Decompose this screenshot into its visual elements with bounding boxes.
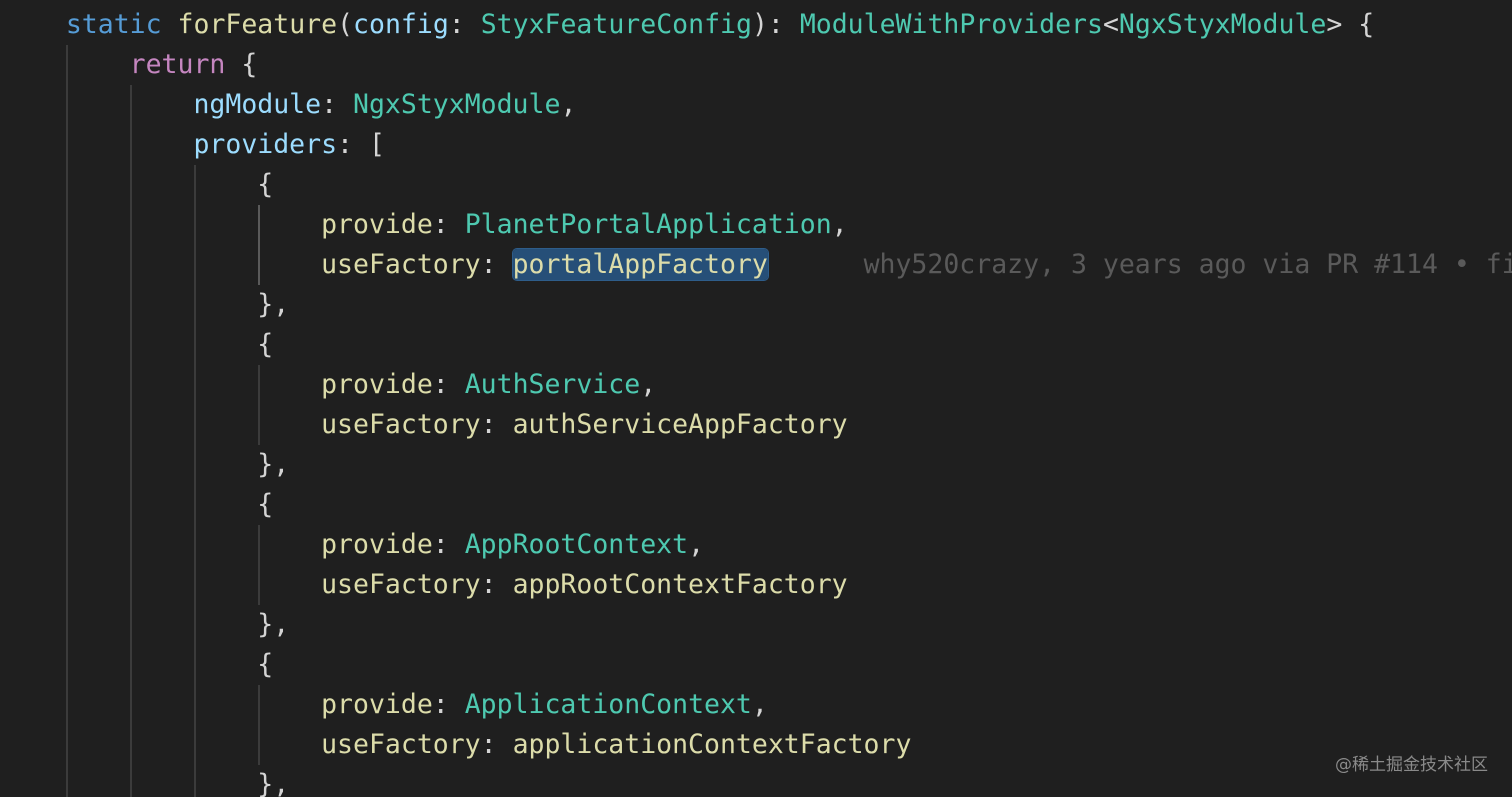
git-blame-annotation[interactable]: why520crazy, 3 years ago via PR #114 • f…: [768, 249, 1512, 280]
code-token: ,: [688, 529, 705, 560]
code-token: provide: [321, 209, 433, 240]
code-token: useFactory: [321, 569, 481, 600]
code-token: ,: [640, 369, 657, 400]
code-token: : [: [337, 129, 385, 160]
code-token: ModuleWithProviders: [799, 9, 1103, 40]
code-line[interactable]: useFactory: appRootContextFactory: [2, 565, 848, 605]
code-token: providers: [193, 129, 338, 160]
code-token: :: [480, 729, 513, 760]
code-token: useFactory: [321, 409, 481, 440]
code-token: :: [480, 249, 513, 280]
code-line[interactable]: {: [2, 645, 273, 685]
code-line[interactable]: return {: [2, 45, 258, 85]
code-token: AuthService: [464, 369, 641, 400]
code-token: authServiceAppFactory: [512, 409, 848, 440]
code-token: :: [448, 9, 481, 40]
code-token: useFactory: [321, 249, 481, 280]
code-token: appRootContextFactory: [512, 569, 848, 600]
code-token: :: [321, 89, 354, 120]
code-token: <: [1102, 9, 1119, 40]
code-token: ):: [751, 9, 800, 40]
code-token: ,: [831, 209, 848, 240]
code-token: },: [257, 289, 290, 320]
code-line[interactable]: useFactory: portalAppFactory why520crazy…: [2, 245, 1512, 285]
code-line[interactable]: static forFeature(config: StyxFeatureCon…: [2, 5, 1374, 45]
code-token: forFeature: [177, 9, 338, 40]
code-token: NgxStyxModule: [1118, 9, 1327, 40]
code-line[interactable]: useFactory: applicationContextFactory: [2, 725, 911, 765]
code-line[interactable]: {: [2, 165, 273, 205]
code-line[interactable]: },: [2, 445, 289, 485]
code-line[interactable]: },: [2, 605, 289, 645]
code-line[interactable]: provide: PlanetPortalApplication,: [2, 205, 848, 245]
code-line[interactable]: useFactory: authServiceAppFactory: [2, 405, 848, 445]
code-token: {: [257, 649, 274, 680]
code-token: :: [480, 569, 513, 600]
code-token: return: [129, 49, 226, 80]
code-token: :: [432, 529, 465, 560]
code-token: ApplicationContext: [464, 689, 752, 720]
code-token: ngModule: [193, 89, 322, 120]
code-token: useFactory: [321, 729, 481, 760]
code-line[interactable]: {: [2, 485, 273, 525]
code-token: > {: [1326, 9, 1375, 40]
code-token: {: [257, 169, 274, 200]
code-token: },: [257, 609, 290, 640]
code-token: NgxStyxModule: [353, 89, 561, 120]
code-token: {: [257, 329, 274, 360]
code-token: :: [432, 369, 465, 400]
code-token: ,: [751, 689, 768, 720]
code-token: (: [337, 9, 354, 40]
code-token: provide: [321, 529, 433, 560]
code-token: AppRootContext: [464, 529, 689, 560]
code-editor[interactable]: static forFeature(config: StyxFeatureCon…: [0, 0, 1512, 797]
code-token: },: [257, 449, 290, 480]
code-token: :: [480, 409, 513, 440]
code-token: config: [353, 9, 449, 40]
code-token: provide: [321, 689, 433, 720]
code-token: ,: [560, 89, 577, 120]
code-token: :: [432, 209, 465, 240]
code-line[interactable]: ngModule: NgxStyxModule,: [2, 85, 576, 125]
code-token: static: [65, 9, 162, 40]
code-token: PlanetPortalApplication: [464, 209, 832, 240]
code-line[interactable]: provide: AuthService,: [2, 365, 656, 405]
code-token: :: [432, 689, 465, 720]
code-token: provide: [321, 369, 433, 400]
code-token: },: [257, 769, 290, 797]
code-token: StyxFeatureConfig: [480, 9, 752, 40]
code-line[interactable]: providers: [: [2, 125, 385, 165]
highlighted-symbol: portalAppFactory: [512, 249, 768, 280]
code-line[interactable]: },: [2, 285, 289, 325]
code-token: {: [225, 49, 258, 80]
code-line[interactable]: },: [2, 765, 289, 797]
code-line[interactable]: {: [2, 325, 273, 365]
code-line[interactable]: provide: AppRootContext,: [2, 525, 704, 565]
watermark: @稀土掘金技术社区: [1335, 755, 1488, 775]
code-token: applicationContextFactory: [512, 729, 912, 760]
code-token: {: [257, 489, 274, 520]
code-line[interactable]: provide: ApplicationContext,: [2, 685, 768, 725]
